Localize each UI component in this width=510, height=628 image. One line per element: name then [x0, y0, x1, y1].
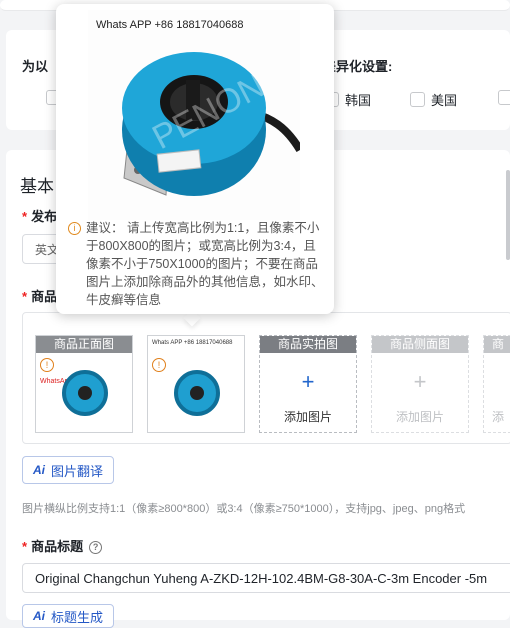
plus-icon: + — [301, 369, 315, 394]
image-slot-real-shot[interactable]: 商品实拍图 + 添加图片 — [259, 335, 357, 433]
thumbnail-caption: Whats APP +86 18817040688 — [152, 340, 233, 346]
encoder-image: PENON — [122, 52, 300, 196]
add-image-label: 添 — [492, 410, 505, 424]
image-preview-popover: Whats APP +86 18817040688 PENON i 建议： 请上… — [56, 4, 334, 314]
image-slot-side[interactable]: 商品侧面图 + 添加图片 — [371, 335, 469, 433]
slot-header: 商品侧面图 — [372, 336, 468, 353]
region-label-korea: 韩国 — [345, 93, 372, 108]
warning-icon: ! — [40, 358, 54, 372]
product-images-box: 商品正面图 ! WhatsApp Whats APP +86 188170406… — [22, 312, 510, 444]
plus-icon: + — [413, 369, 427, 394]
warning-icon: ! — [152, 358, 166, 372]
ai-icon: Ai — [33, 609, 45, 623]
title-generate-button[interactable]: Ai 标题生成 — [22, 604, 115, 628]
ai-icon: Ai — [33, 463, 45, 477]
checkbox-icon[interactable] — [498, 90, 510, 105]
required-mark: * — [22, 209, 28, 224]
product-title-label: * 商品标题? — [22, 536, 103, 555]
slot-header: 商品实拍图 — [260, 336, 356, 353]
required-mark: * — [22, 539, 28, 554]
product-images-label: * 商品 — [22, 289, 58, 304]
publish-language-label: * 发布 — [22, 209, 58, 224]
scrollbar[interactable] — [506, 170, 510, 260]
product-thumbnail — [174, 370, 220, 416]
region-label-usa: 美国 — [431, 93, 458, 108]
region-checkbox-usa[interactable]: 美国 — [410, 90, 457, 109]
image-slot-more[interactable]: 商 添 — [483, 335, 510, 433]
image-suggestion-tip: i 建议： 请上传宽高比例为1:1，且像素不小于800X800的图片；或宽高比例… — [68, 219, 326, 309]
product-preview-image: Whats APP +86 18817040688 PENON — [88, 10, 300, 220]
help-icon[interactable]: ? — [89, 541, 103, 555]
image-translate-button[interactable]: Ai 图片翻译 — [22, 456, 115, 484]
required-mark: * — [22, 289, 28, 304]
product-title-input[interactable]: Original Changchun Yuheng A-ZKD-12H-102.… — [22, 563, 510, 593]
image-slot-2[interactable]: Whats APP +86 18817040688 ! — [147, 335, 245, 433]
checkbox-icon[interactable] — [410, 92, 425, 107]
section-title: 基本 — [20, 177, 54, 196]
product-thumbnail — [62, 370, 108, 416]
slot-header: 商品正面图 — [36, 336, 132, 353]
add-image-label: 添加图片 — [395, 410, 444, 424]
image-requirements-hint: 图片横纵比例支持1:1（像素≥800*800）或3:4（像素≥750*1000）… — [22, 503, 466, 515]
image-slot-front[interactable]: 商品正面图 ! WhatsApp — [35, 335, 133, 433]
slot-header: 商 — [484, 336, 510, 353]
info-icon: i — [68, 222, 81, 235]
add-image-label: 添加图片 — [283, 410, 332, 424]
region-checkbox-more[interactable] — [498, 90, 510, 105]
